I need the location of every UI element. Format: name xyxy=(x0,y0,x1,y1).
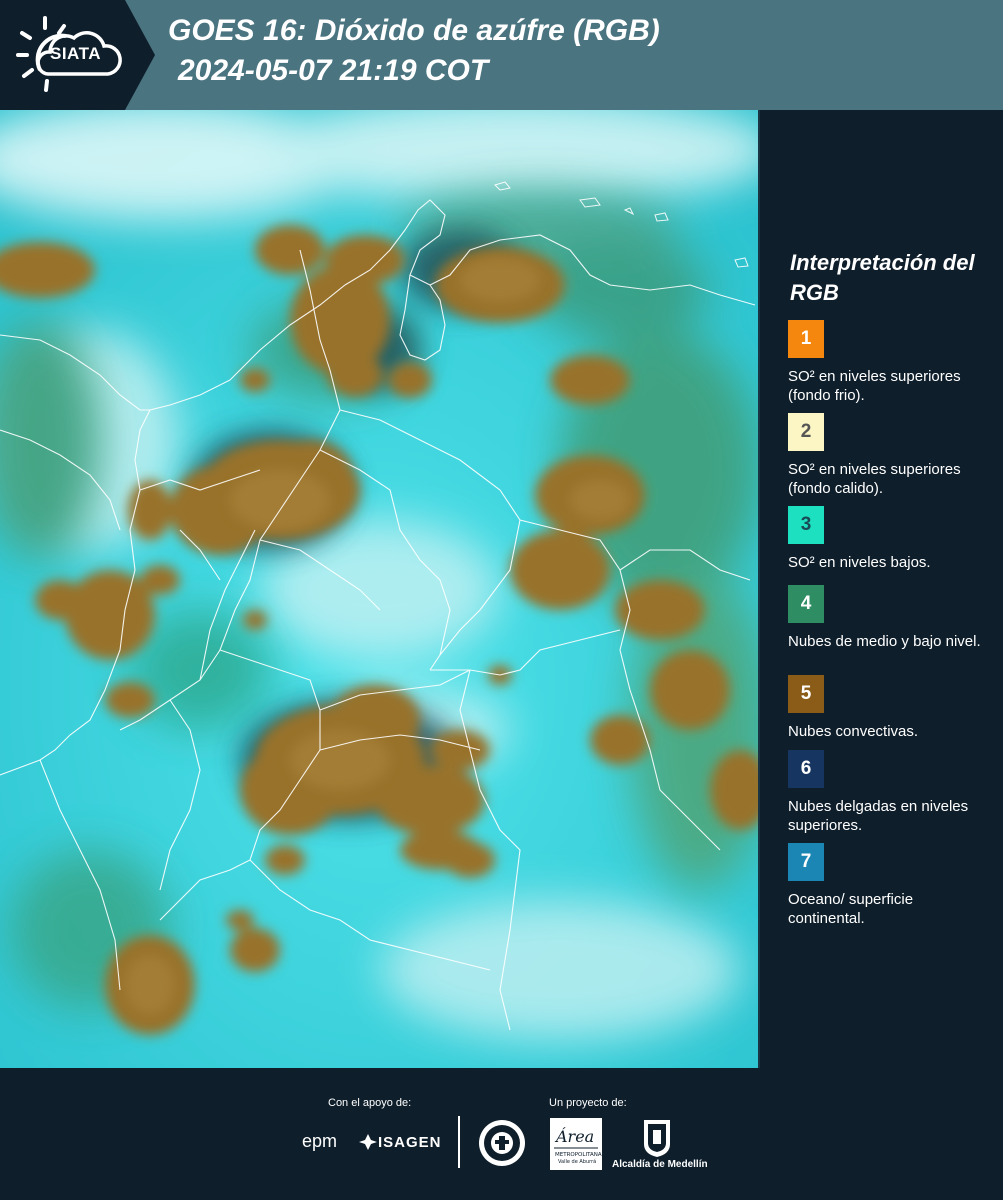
isagen-icon xyxy=(359,1134,377,1150)
header-bar: SIATA GOES 16: Dióxido de azúfre (RGB) 2… xyxy=(0,0,1003,110)
legend-description: Oceano/ superficie continental. xyxy=(788,891,914,927)
footer-divider xyxy=(458,1116,460,1168)
legend-description: SO² en niveles superiores (fondo calido)… xyxy=(788,461,961,497)
legend-description: Nubes convectivas. xyxy=(788,723,919,740)
epm-logo: epm xyxy=(302,1131,338,1151)
support-label: Con el apoyo de: xyxy=(328,1097,412,1109)
legend-description: SO² en niveles bajos. xyxy=(788,554,931,571)
alcaldia-label: Alcaldía de Medellín xyxy=(612,1159,708,1170)
legend-swatch: 6 xyxy=(788,750,824,788)
svg-text:Área: Área xyxy=(554,1126,594,1146)
isagen-logo: ISAGEN xyxy=(378,1134,442,1151)
alcaldia-shield-icon xyxy=(644,1120,670,1157)
footer: Con el apoyo de: Un proyecto de: epm ISA… xyxy=(0,1068,1003,1200)
siata-logo: SIATA xyxy=(0,0,155,110)
satellite-map[interactable] xyxy=(0,110,758,1068)
legend-swatch: 4 xyxy=(788,585,824,623)
satellite-image xyxy=(0,110,758,1068)
legend-description: Nubes de medio y bajo nivel. xyxy=(788,633,981,650)
legend-swatch: 7 xyxy=(788,843,824,881)
project-label: Un proyecto de: xyxy=(549,1097,627,1109)
legend-swatch: 5 xyxy=(788,675,824,713)
svg-text:Valle de Aburrá: Valle de Aburrá xyxy=(558,1158,596,1165)
page-subtitle-datetime: 2024-05-07 21:19 COT xyxy=(178,54,489,87)
medellin-seal-icon xyxy=(479,1120,525,1166)
legend-description: Nubes delgadas en niveles superiores. xyxy=(788,798,969,834)
area-metropolitana-logo: Área METROPOLITANA Valle de Aburrá xyxy=(550,1118,602,1170)
legend-swatch: 2 xyxy=(788,413,824,451)
page-title: GOES 16: Dióxido de azúfre (RGB) xyxy=(168,14,660,47)
legend-panel: Interpretación del RGB 1 SO² en niveles s… xyxy=(760,110,1003,1068)
legend-swatch: 1 xyxy=(788,320,824,358)
svg-text:METROPOLITANA: METROPOLITANA xyxy=(555,1152,602,1158)
legend-title: Interpretación del RGB xyxy=(790,250,975,305)
legend-description: SO² en niveles superiores (fondo frio). xyxy=(788,368,961,404)
legend-swatch: 3 xyxy=(788,506,824,544)
logo-text: SIATA xyxy=(50,44,101,63)
